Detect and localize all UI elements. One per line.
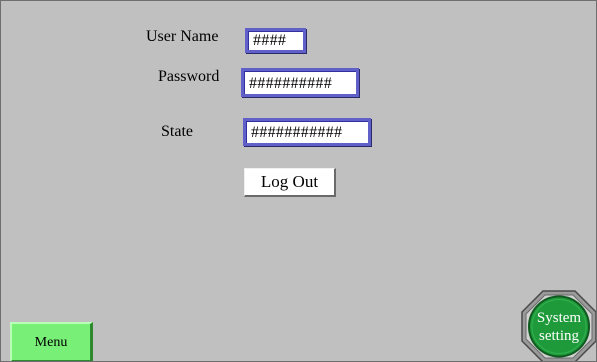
user-name-label: User Name: [146, 28, 219, 45]
menu-button[interactable]: Menu: [10, 322, 93, 361]
state-label: State: [161, 123, 193, 140]
octagon-button-icon: [521, 290, 596, 361]
system-setting-button[interactable]: System setting: [521, 290, 596, 361]
menu-button-label: Menu: [34, 335, 68, 350]
user-name-field[interactable]: ####: [245, 28, 306, 53]
password-field[interactable]: ##########: [241, 68, 359, 97]
state-field: ###########: [243, 118, 371, 146]
logout-button[interactable]: Log Out: [244, 168, 336, 197]
hmi-screen: User Name #### Password ########## State…: [0, 0, 597, 362]
password-label: Password: [158, 68, 220, 85]
